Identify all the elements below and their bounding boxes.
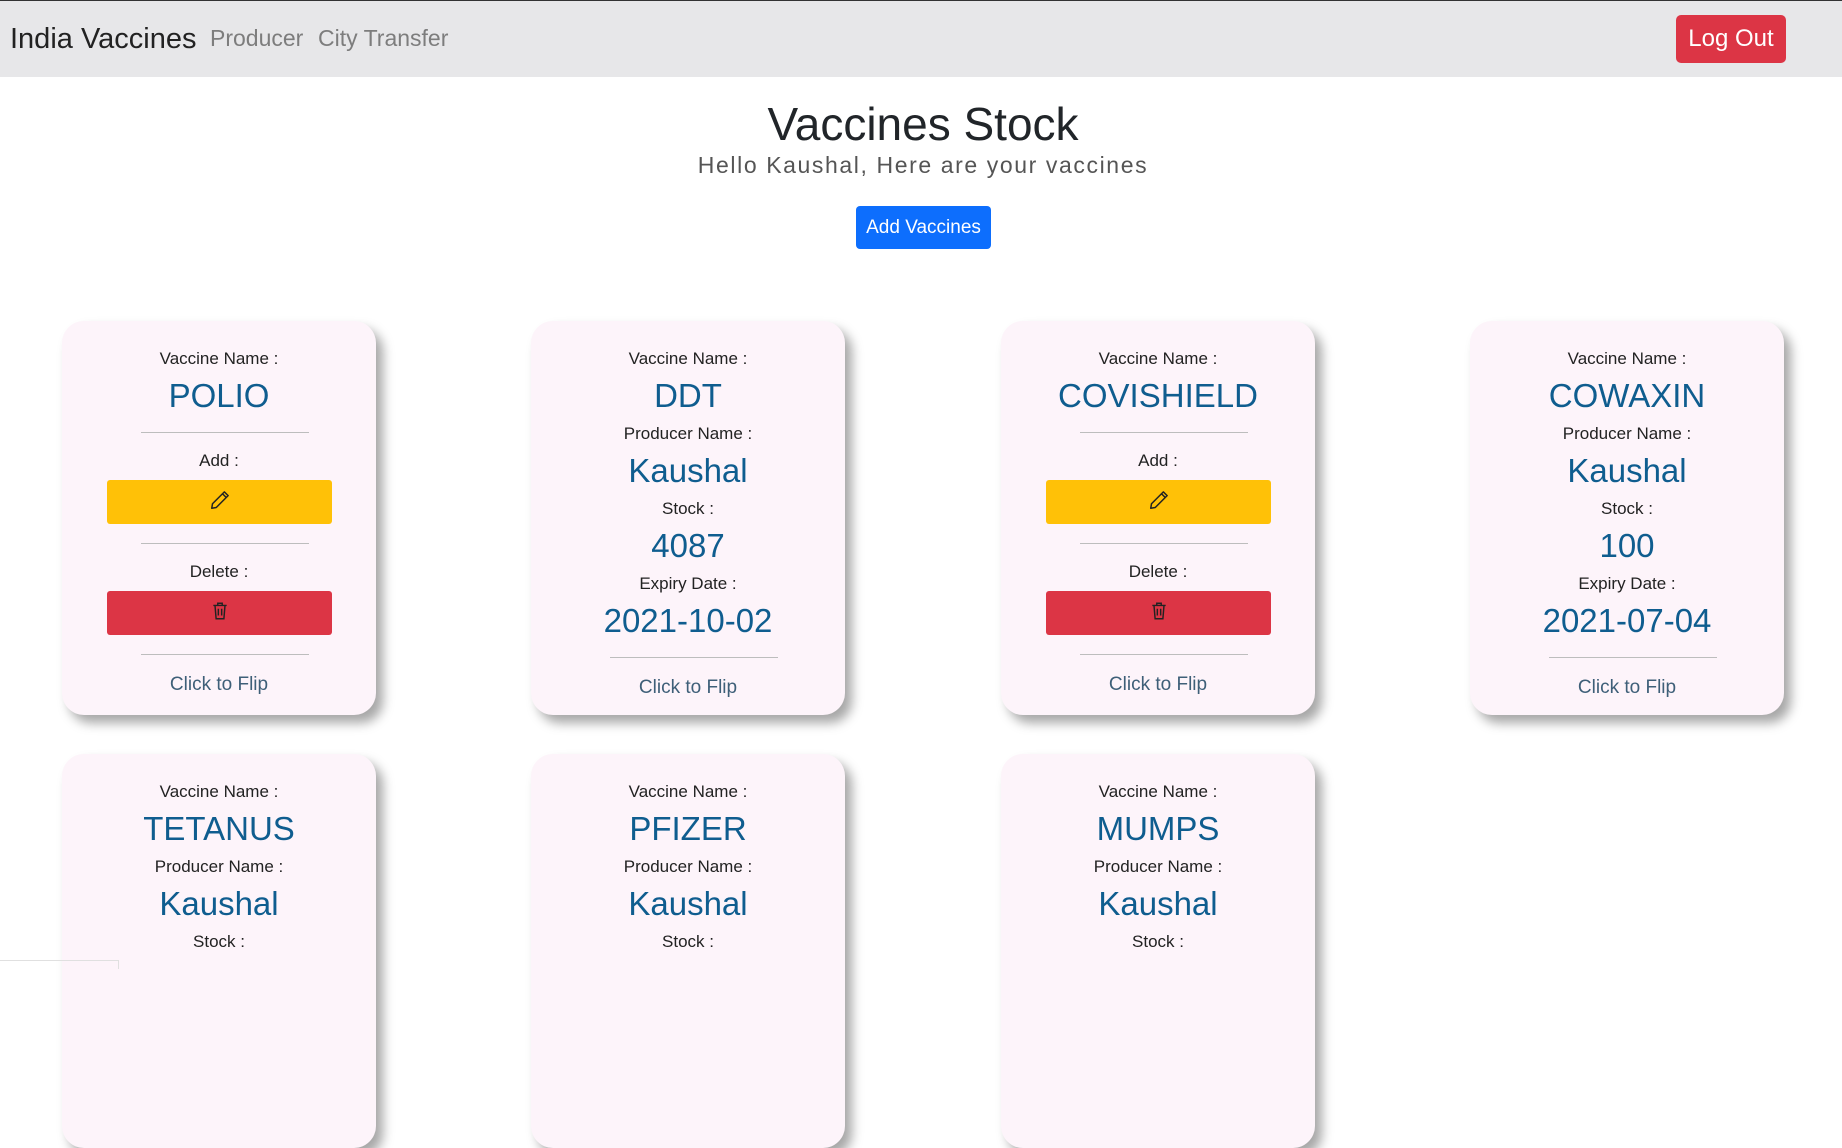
vaccine-card[interactable]: Vaccine Name : COWAXIN Producer Name : K… bbox=[1470, 321, 1784, 715]
vaccine-name-label: Vaccine Name : bbox=[1098, 782, 1218, 801]
stock-label: Stock : bbox=[1132, 932, 1184, 951]
vaccine-card[interactable]: Vaccine Name : PFIZER Producer Name : Ka… bbox=[531, 754, 845, 1148]
producer-name-label: Producer Name : bbox=[623, 857, 753, 876]
vaccine-name: COWAXIN bbox=[1548, 377, 1706, 414]
producer-name: Kaushal bbox=[1567, 452, 1687, 489]
brand[interactable]: India Vaccines bbox=[10, 23, 196, 56]
page-header: Vaccines Stock Hello Kaushal, Here are y… bbox=[0, 98, 1842, 180]
pencil-icon bbox=[1149, 490, 1169, 515]
vaccine-name-label: Vaccine Name : bbox=[1567, 349, 1687, 368]
nav-link-city-transfer[interactable]: City Transfer bbox=[318, 25, 448, 52]
vaccine-card[interactable]: Vaccine Name : DDT Producer Name : Kaush… bbox=[531, 321, 845, 715]
divider bbox=[141, 543, 309, 544]
delete-button[interactable] bbox=[1046, 591, 1271, 635]
vaccine-card[interactable]: Vaccine Name : COVISHIELD Add : Delete :… bbox=[1001, 321, 1315, 715]
stock-value: 4087 bbox=[651, 527, 725, 564]
producer-name-label: Producer Name : bbox=[154, 857, 284, 876]
producer-name: Kaushal bbox=[159, 885, 279, 922]
trash-icon bbox=[1150, 601, 1168, 626]
vaccine-card[interactable]: Vaccine Name : MUMPS Producer Name : Kau… bbox=[1001, 754, 1315, 1148]
delete-label: Delete : bbox=[189, 562, 249, 581]
edit-button[interactable] bbox=[1046, 480, 1271, 524]
divider bbox=[141, 432, 309, 433]
greeting-subtitle: Hello Kaushal, Here are your vaccines bbox=[697, 152, 1149, 178]
delete-button[interactable] bbox=[107, 591, 332, 635]
producer-name-label: Producer Name : bbox=[1562, 424, 1692, 443]
vaccine-name-label: Vaccine Name : bbox=[159, 349, 279, 368]
expiry-label: Expiry Date : bbox=[1578, 574, 1676, 593]
flip-hint[interactable]: Click to Flip bbox=[1001, 674, 1315, 696]
vaccine-name: POLIO bbox=[168, 377, 270, 414]
divider bbox=[1080, 543, 1248, 544]
vaccine-name: PFIZER bbox=[629, 810, 747, 847]
stock-label: Stock : bbox=[1601, 499, 1653, 518]
pencil-icon bbox=[210, 490, 230, 515]
add-label: Add : bbox=[1138, 451, 1178, 470]
stock-label: Stock : bbox=[662, 932, 714, 951]
vaccine-name-label: Vaccine Name : bbox=[159, 782, 279, 801]
divider bbox=[1080, 654, 1248, 655]
add-label: Add : bbox=[199, 451, 239, 470]
vaccine-name-label: Vaccine Name : bbox=[628, 782, 748, 801]
delete-label: Delete : bbox=[1128, 562, 1188, 581]
add-vaccines-button[interactable]: Add Vaccines bbox=[856, 206, 991, 249]
vaccine-name: MUMPS bbox=[1096, 810, 1220, 847]
vaccine-name-label: Vaccine Name : bbox=[628, 349, 748, 368]
divider bbox=[610, 657, 778, 658]
vaccine-name: COVISHIELD bbox=[1058, 377, 1258, 414]
nav-link-producer[interactable]: Producer bbox=[210, 25, 303, 52]
divider bbox=[1080, 432, 1248, 433]
expiry-label: Expiry Date : bbox=[639, 574, 737, 593]
vaccine-card[interactable]: Vaccine Name : POLIO Add : Delete : Clic… bbox=[62, 321, 376, 715]
vaccine-name-label: Vaccine Name : bbox=[1098, 349, 1218, 368]
vaccine-card[interactable]: Vaccine Name : TETANUS Producer Name : K… bbox=[62, 754, 376, 1148]
expiry-date: 2021-10-02 bbox=[603, 602, 773, 639]
flip-hint[interactable]: Click to Flip bbox=[62, 674, 376, 696]
flip-hint[interactable]: Click to Flip bbox=[1470, 677, 1784, 699]
divider bbox=[1549, 657, 1717, 658]
vaccine-name: DDT bbox=[654, 377, 722, 414]
page-title: Vaccines Stock bbox=[767, 98, 1079, 150]
stock-label: Stock : bbox=[662, 499, 714, 518]
producer-name: Kaushal bbox=[628, 452, 748, 489]
producer-name: Kaushal bbox=[1098, 885, 1218, 922]
navbar: India Vaccines Producer City Transfer Lo… bbox=[0, 1, 1842, 77]
stock-label: Stock : bbox=[193, 932, 245, 951]
producer-name-label: Producer Name : bbox=[623, 424, 753, 443]
producer-name-label: Producer Name : bbox=[1093, 857, 1223, 876]
trash-icon bbox=[211, 601, 229, 626]
vaccine-name: TETANUS bbox=[143, 810, 295, 847]
flip-hint[interactable]: Click to Flip bbox=[531, 677, 845, 699]
stock-value: 100 bbox=[1599, 527, 1655, 564]
expiry-date: 2021-07-04 bbox=[1542, 602, 1712, 639]
divider bbox=[141, 654, 309, 655]
logout-button[interactable]: Log Out bbox=[1676, 15, 1786, 63]
edit-button[interactable] bbox=[107, 480, 332, 524]
producer-name: Kaushal bbox=[628, 885, 748, 922]
